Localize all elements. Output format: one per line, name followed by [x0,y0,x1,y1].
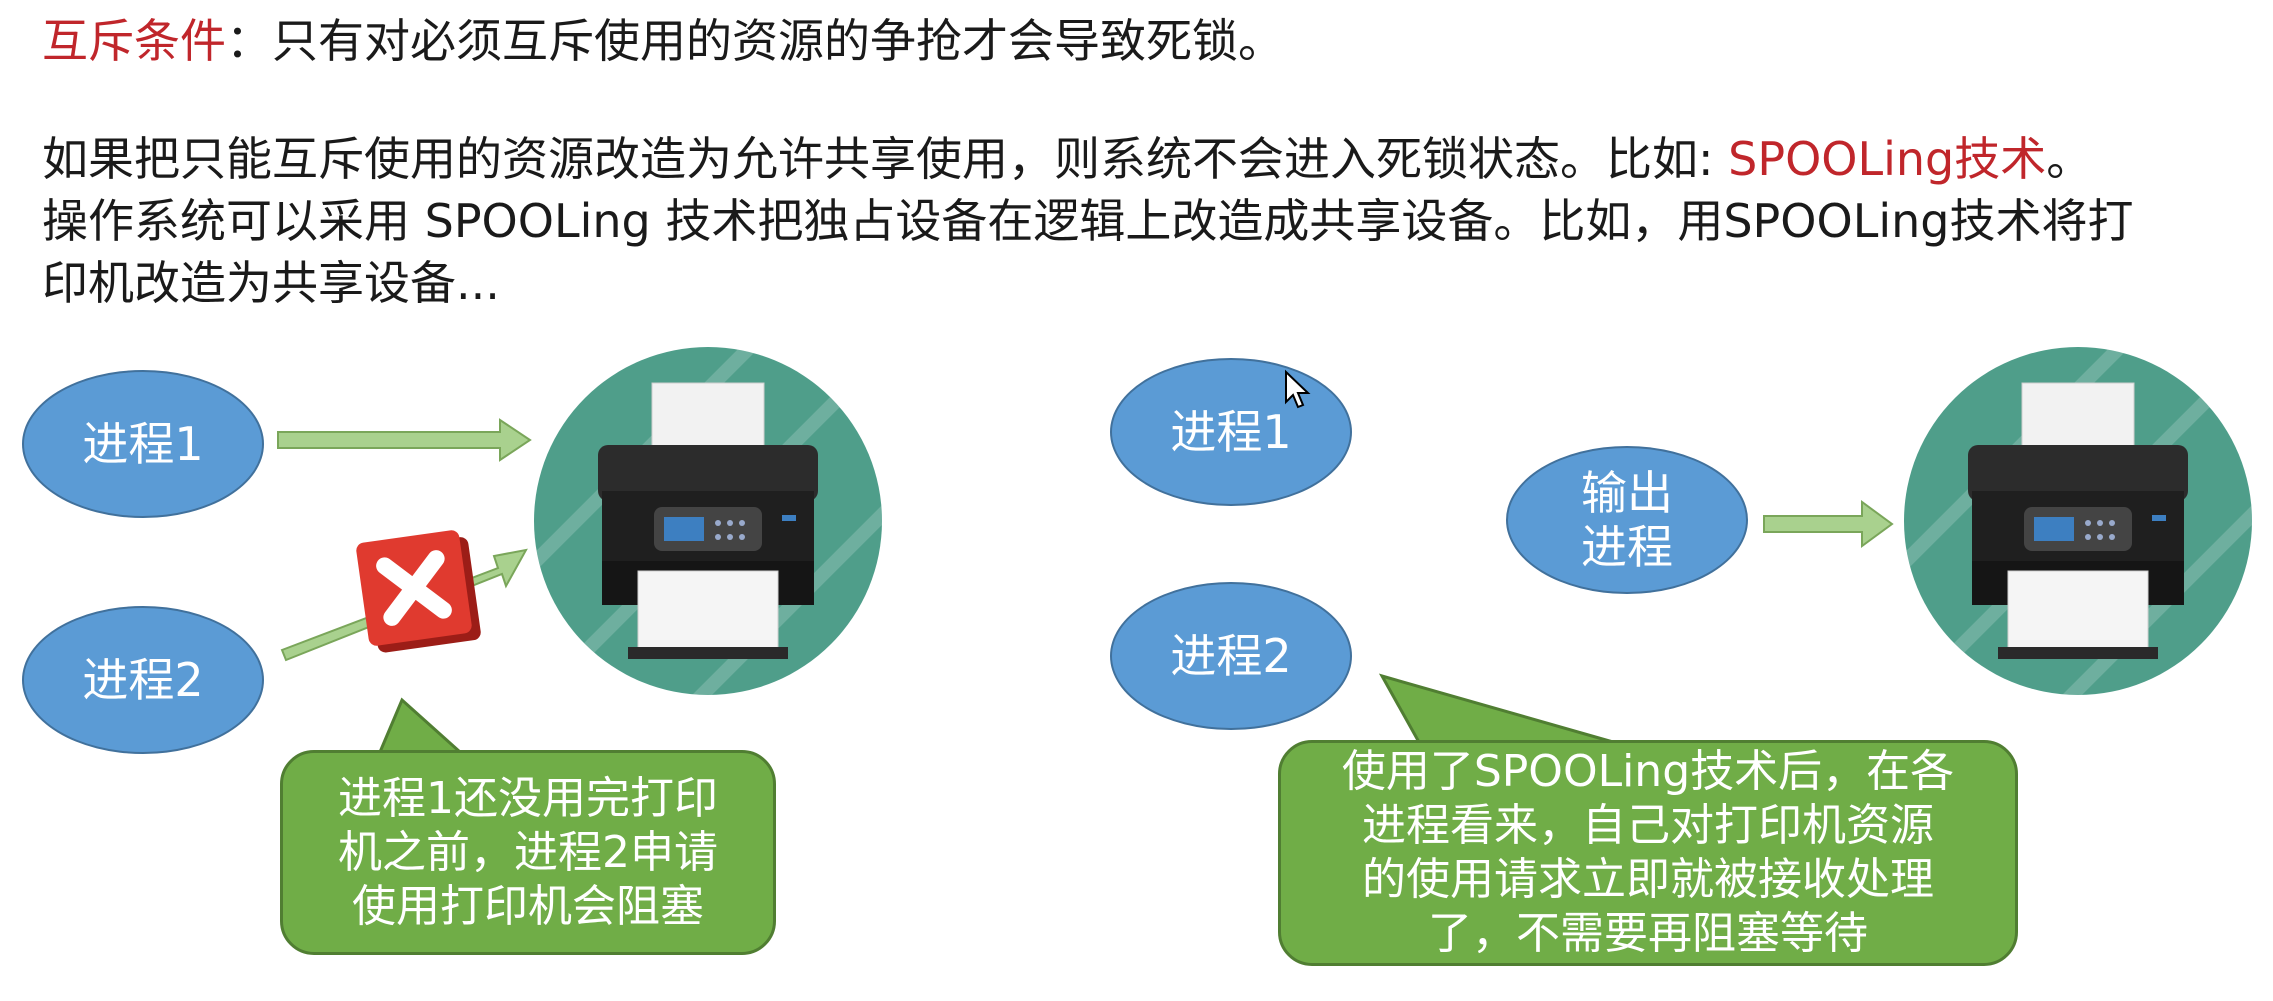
cursor-layer [1285,369,1311,409]
mouse-cursor-icon [1285,369,1311,409]
